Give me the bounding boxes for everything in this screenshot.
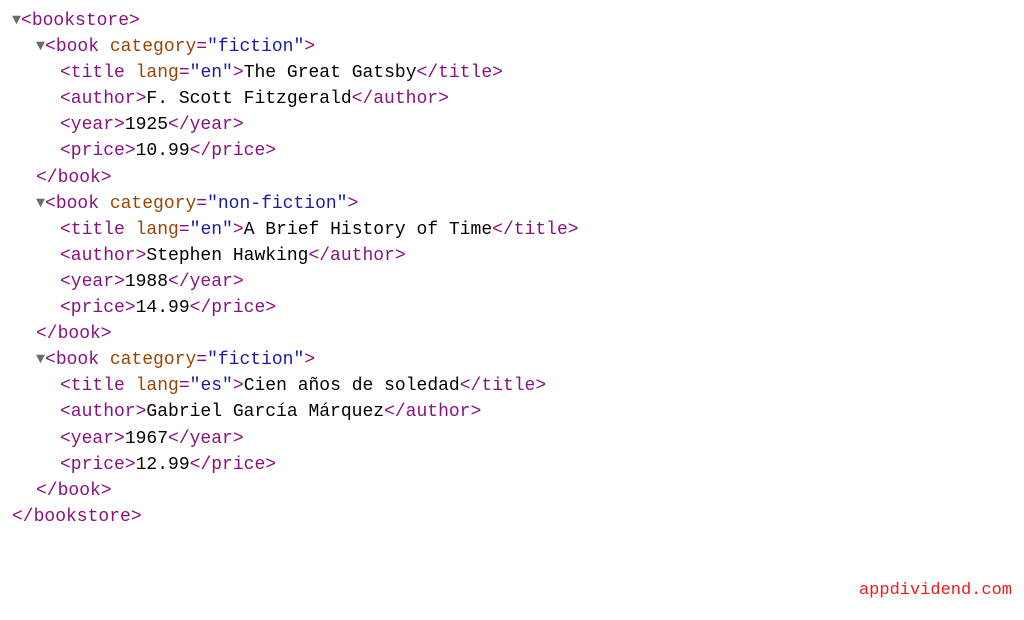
- title-open-suffix: >: [233, 376, 244, 396]
- equals-sign: =: [196, 350, 207, 370]
- price-close-tag: </price>: [190, 455, 276, 475]
- title-attr-value: "es": [190, 376, 233, 396]
- year-text: 1925: [125, 115, 168, 135]
- author-open-tag: <author>: [60, 246, 146, 266]
- book-open-suffix: >: [348, 194, 359, 214]
- root-close-line[interactable]: </bookstore>: [12, 504, 1012, 530]
- book-open-line[interactable]: ▼<book category="non-fiction">: [36, 191, 1012, 217]
- book-close-line[interactable]: </book>: [36, 478, 1012, 504]
- author-text: Gabriel García Márquez: [146, 402, 384, 422]
- author-close-tag: </author>: [352, 89, 449, 109]
- price-line[interactable]: <price>12.99</price>: [60, 452, 1012, 478]
- book-open-prefix: <book: [45, 350, 110, 370]
- price-close-tag: </price>: [190, 298, 276, 318]
- xml-tree-view: ▼<bookstore> ▼<book category="fiction"> …: [12, 8, 1012, 530]
- price-text: 10.99: [136, 141, 190, 161]
- title-attr-name: lang: [136, 63, 179, 83]
- title-open-suffix: >: [233, 63, 244, 83]
- title-close-tag: </title>: [460, 376, 546, 396]
- root-close-tag: </bookstore>: [12, 507, 142, 527]
- author-line[interactable]: <author>F. Scott Fitzgerald</author>: [60, 86, 1012, 112]
- root-open-tag: <bookstore>: [21, 11, 140, 31]
- book-close-line[interactable]: </book>: [36, 321, 1012, 347]
- title-open-suffix: >: [233, 220, 244, 240]
- book-open-line[interactable]: ▼<book category="fiction">: [36, 34, 1012, 60]
- title-open-prefix: <title: [60, 220, 136, 240]
- equals-sign: =: [196, 194, 207, 214]
- book-close-line[interactable]: </book>: [36, 165, 1012, 191]
- book-open-line[interactable]: ▼<book category="fiction">: [36, 347, 1012, 373]
- title-attr-name: lang: [136, 220, 179, 240]
- book-attr-name: category: [110, 350, 196, 370]
- watermark-text: appdividend.com: [859, 579, 1012, 604]
- year-close-tag: </year>: [168, 429, 244, 449]
- title-close-tag: </title>: [492, 220, 578, 240]
- author-close-tag: </author>: [308, 246, 405, 266]
- year-close-tag: </year>: [168, 272, 244, 292]
- title-line[interactable]: <title lang="es">Cien años de soledad</t…: [60, 373, 1012, 399]
- author-text: F. Scott Fitzgerald: [146, 89, 351, 109]
- equals-sign: =: [179, 376, 190, 396]
- year-open-tag: <year>: [60, 115, 125, 135]
- title-text: The Great Gatsby: [244, 63, 417, 83]
- author-open-tag: <author>: [60, 89, 146, 109]
- price-close-tag: </price>: [190, 141, 276, 161]
- book-attr-name: category: [110, 37, 196, 57]
- book-open-prefix: <book: [45, 194, 110, 214]
- equals-sign: =: [179, 220, 190, 240]
- title-open-prefix: <title: [60, 376, 136, 396]
- title-open-prefix: <title: [60, 63, 136, 83]
- year-open-tag: <year>: [60, 272, 125, 292]
- author-line[interactable]: <author>Stephen Hawking</author>: [60, 243, 1012, 269]
- book-open-suffix: >: [304, 37, 315, 57]
- title-text: A Brief History of Time: [244, 220, 492, 240]
- book-open-prefix: <book: [45, 37, 110, 57]
- book-close-tag: </book>: [36, 324, 112, 344]
- price-text: 14.99: [136, 298, 190, 318]
- expand-toggle-icon[interactable]: ▼: [36, 349, 45, 371]
- equals-sign: =: [179, 63, 190, 83]
- author-close-tag: </author>: [384, 402, 481, 422]
- equals-sign: =: [196, 37, 207, 57]
- price-open-tag: <price>: [60, 141, 136, 161]
- root-open-line[interactable]: ▼<bookstore>: [12, 8, 1012, 34]
- title-attr-value: "en": [190, 220, 233, 240]
- expand-toggle-icon[interactable]: ▼: [36, 36, 45, 58]
- book-open-suffix: >: [304, 350, 315, 370]
- price-open-tag: <price>: [60, 455, 136, 475]
- book-close-tag: </book>: [36, 481, 112, 501]
- year-text: 1967: [125, 429, 168, 449]
- year-open-tag: <year>: [60, 429, 125, 449]
- price-line[interactable]: <price>14.99</price>: [60, 295, 1012, 321]
- year-text: 1988: [125, 272, 168, 292]
- title-attr-value: "en": [190, 63, 233, 83]
- author-line[interactable]: <author>Gabriel García Márquez</author>: [60, 399, 1012, 425]
- price-open-tag: <price>: [60, 298, 136, 318]
- book-attr-value: "fiction": [207, 37, 304, 57]
- title-line[interactable]: <title lang="en">A Brief History of Time…: [60, 217, 1012, 243]
- expand-toggle-icon[interactable]: ▼: [36, 193, 45, 215]
- price-text: 12.99: [136, 455, 190, 475]
- author-open-tag: <author>: [60, 402, 146, 422]
- year-line[interactable]: <year>1925</year>: [60, 112, 1012, 138]
- author-text: Stephen Hawking: [146, 246, 308, 266]
- year-line[interactable]: <year>1988</year>: [60, 269, 1012, 295]
- book-attr-value: "non-fiction": [207, 194, 347, 214]
- expand-toggle-icon[interactable]: ▼: [12, 10, 21, 32]
- price-line[interactable]: <price>10.99</price>: [60, 138, 1012, 164]
- year-line[interactable]: <year>1967</year>: [60, 426, 1012, 452]
- title-attr-name: lang: [136, 376, 179, 396]
- book-attr-name: category: [110, 194, 196, 214]
- title-close-tag: </title>: [417, 63, 503, 83]
- title-line[interactable]: <title lang="en">The Great Gatsby</title…: [60, 60, 1012, 86]
- book-close-tag: </book>: [36, 168, 112, 188]
- title-text: Cien años de soledad: [244, 376, 460, 396]
- year-close-tag: </year>: [168, 115, 244, 135]
- book-attr-value: "fiction": [207, 350, 304, 370]
